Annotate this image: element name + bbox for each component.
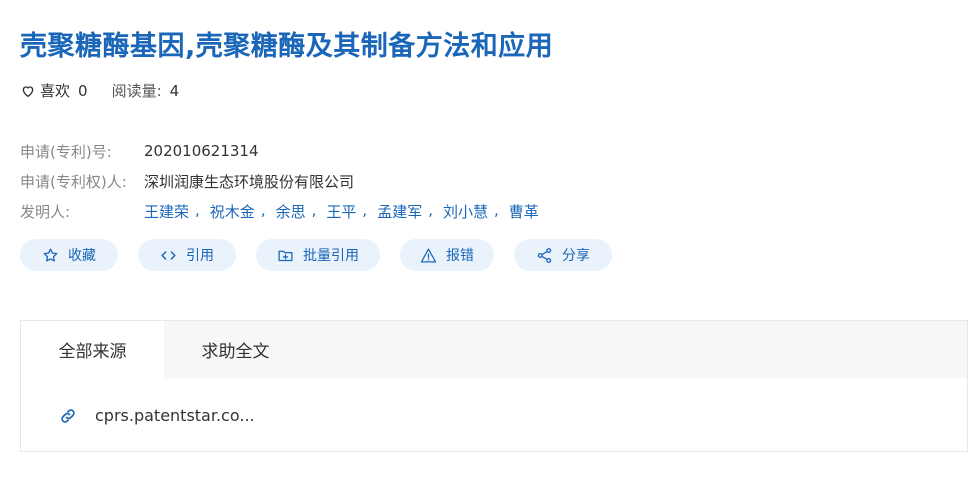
stats-bar: 喜欢 0 阅读量: 4 bbox=[20, 80, 179, 101]
source-link-text: cprs.patentstar.co... bbox=[95, 406, 255, 425]
collect-label: 收藏 bbox=[68, 248, 96, 264]
reads-count: 4 bbox=[169, 81, 180, 100]
folder-add-icon bbox=[278, 250, 293, 261]
source-panel: 全部来源 求助全文 cprs.patentstar.co... bbox=[20, 320, 968, 452]
report-error-button[interactable]: 报错 bbox=[400, 239, 494, 271]
inventor-link[interactable]: 祝木金 bbox=[210, 201, 255, 222]
share-label: 分享 bbox=[562, 248, 590, 264]
application-number-value: 202010621314 bbox=[144, 142, 259, 160]
applicant-label: 申请(专利权)人: bbox=[20, 172, 127, 191]
batch-cite-label: 批量引用 bbox=[303, 248, 359, 264]
inventor-link[interactable]: 孟建军 bbox=[377, 201, 422, 222]
batch-cite-button[interactable]: 批量引用 bbox=[256, 239, 380, 271]
inventor-separator: , bbox=[195, 200, 200, 219]
tab-all-sources[interactable]: 全部来源 bbox=[21, 321, 164, 378]
application-number-row: 申请(专利)号: 202010621314 bbox=[20, 136, 539, 166]
inventor-link[interactable]: 刘小慧 bbox=[443, 201, 488, 222]
inventor-link[interactable]: 余思 bbox=[276, 201, 306, 222]
collect-button[interactable]: 收藏 bbox=[20, 239, 118, 271]
share-icon bbox=[537, 247, 552, 263]
applicant-row: 申请(专利权)人: 深圳润康生态环境股份有限公司 bbox=[20, 166, 539, 196]
action-bar: 收藏 引用 批量引用 报错 分享 bbox=[20, 239, 632, 271]
cite-button[interactable]: 引用 bbox=[138, 239, 236, 271]
inventor-separator: , bbox=[260, 200, 266, 219]
inventors-list: 王建荣 , 祝木金 , 余思 , 王平 , 孟建军 , 刘小慧 , 曹革 bbox=[144, 201, 539, 222]
tab-request-fulltext[interactable]: 求助全文 bbox=[164, 321, 307, 378]
page-title: 壳聚糖酶基因,壳聚糖酶及其制备方法和应用 bbox=[20, 31, 554, 62]
reads-label: 阅读量: bbox=[111, 82, 162, 100]
share-button[interactable]: 分享 bbox=[514, 239, 612, 271]
source-tabs: 全部来源 求助全文 bbox=[21, 321, 967, 378]
inventor-link[interactable]: 曹革 bbox=[509, 201, 539, 222]
code-icon bbox=[161, 250, 176, 260]
application-number-label: 申请(专利)号: bbox=[20, 142, 112, 161]
inventor-link[interactable]: 王平 bbox=[326, 201, 356, 222]
likes-label[interactable]: 喜欢 bbox=[40, 80, 70, 101]
warning-icon bbox=[420, 247, 437, 263]
inventor-separator: , bbox=[362, 200, 368, 219]
applicant-value: 深圳润康生态环境股份有限公司 bbox=[144, 172, 355, 191]
cite-label: 引用 bbox=[186, 248, 214, 264]
inventor-separator: , bbox=[494, 200, 499, 219]
heart-icon[interactable] bbox=[20, 83, 36, 99]
link-icon bbox=[61, 408, 75, 423]
inventors-label: 发明人: bbox=[20, 202, 71, 221]
report-error-label: 报错 bbox=[446, 248, 474, 264]
inventor-separator: , bbox=[311, 200, 317, 219]
source-link[interactable]: cprs.patentstar.co... bbox=[59, 406, 255, 425]
inventor-separator: , bbox=[428, 200, 433, 219]
inventor-link[interactable]: 王建荣 bbox=[144, 201, 189, 222]
likes-count: 0 bbox=[78, 81, 88, 100]
inventors-row: 发明人: 王建荣 , 祝木金 , 余思 , 王平 , 孟建军 , 刘小慧 , 曹… bbox=[20, 196, 539, 226]
star-icon bbox=[43, 247, 58, 262]
patent-meta: 申请(专利)号: 202010621314 申请(专利权)人: 深圳润康生态环境… bbox=[20, 136, 539, 226]
